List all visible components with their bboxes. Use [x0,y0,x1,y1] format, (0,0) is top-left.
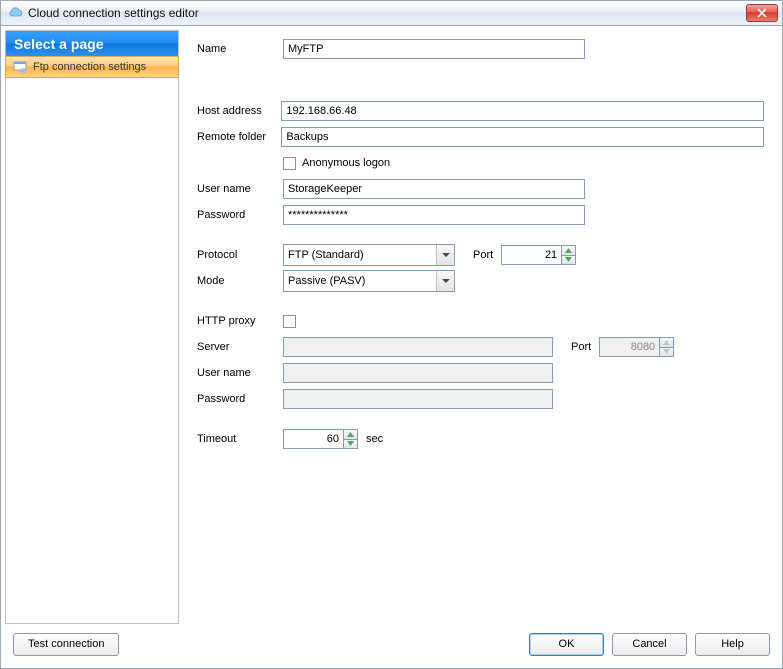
ftp-port-down[interactable] [561,255,576,266]
ok-button[interactable]: OK [529,633,604,656]
proxy-password-label: Password [197,393,283,405]
sidebar-heading: Select a page [6,31,178,57]
remote-folder-input[interactable] [281,127,764,147]
cloud-icon [7,5,23,21]
name-input[interactable] [283,39,585,59]
proxy-password-input [283,389,553,409]
proxy-user-input [283,363,553,383]
mode-label: Mode [197,275,283,287]
ftp-port-stepper[interactable] [501,245,576,265]
test-connection-button[interactable]: Test connection [13,633,119,656]
proxy-server-input [283,337,553,357]
host-input[interactable] [281,101,764,121]
mode-select[interactable]: Passive (PASV) [283,270,455,292]
timeout-stepper[interactable] [283,429,358,449]
timeout-input[interactable] [283,429,343,449]
proxy-user-label: User name [197,367,283,379]
username-input[interactable] [283,179,585,199]
port-label: Port [473,249,493,261]
anonymous-logon-checkbox[interactable] [283,157,296,170]
server-label: Server [197,341,283,353]
window-title: Cloud connection settings editor [28,6,746,20]
ftp-settings-icon [12,59,28,75]
titlebar: Cloud connection settings editor [1,1,782,26]
proxy-port-down [659,347,674,358]
dialog-footer: Test connection OK Cancel Help [1,628,782,668]
cloud-connection-settings-dialog: Cloud connection settings editor Select … [0,0,783,669]
page-sidebar: Select a page Ftp connection settings [5,30,179,624]
host-label: Host address [197,105,281,117]
http-proxy-label: HTTP proxy [197,315,283,327]
timeout-unit: sec [366,433,383,445]
help-button[interactable]: Help [695,633,770,656]
sidebar-item-label: Ftp connection settings [33,61,146,73]
proxy-port-input [599,337,659,357]
sidebar-item-ftp-settings[interactable]: Ftp connection settings [5,56,179,78]
protocol-select[interactable]: FTP (Standard) [283,244,455,266]
timeout-up[interactable] [343,429,358,439]
name-label: Name [197,43,283,55]
timeout-label: Timeout [197,433,283,445]
http-proxy-checkbox[interactable] [283,315,296,328]
remote-folder-label: Remote folder [197,131,281,143]
proxy-port-up [659,337,674,347]
proxy-port-label: Port [571,341,591,353]
close-button[interactable] [746,4,778,22]
timeout-down[interactable] [343,439,358,450]
password-label: Password [197,209,283,221]
password-input[interactable] [283,205,585,225]
cancel-button[interactable]: Cancel [612,633,687,656]
username-label: User name [197,183,283,195]
ftp-port-input[interactable] [501,245,561,265]
settings-form: Name Host address Remote folder Anonymou… [179,30,778,624]
proxy-port-stepper [599,337,674,357]
anonymous-logon-label: Anonymous logon [302,157,390,169]
protocol-label: Protocol [197,249,283,261]
ftp-port-up[interactable] [561,245,576,255]
